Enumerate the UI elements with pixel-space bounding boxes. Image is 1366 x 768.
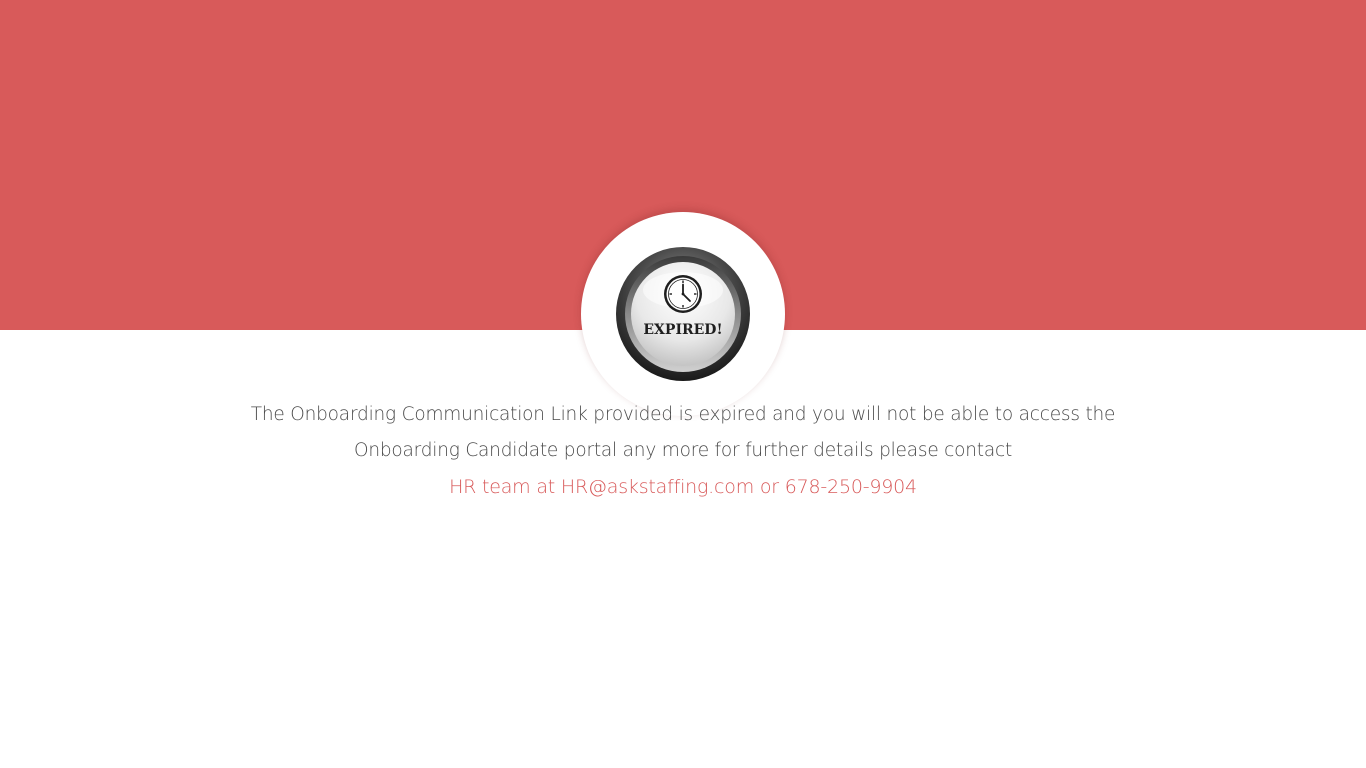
expiry-message: The Onboarding Communication Link provid… bbox=[183, 397, 1183, 505]
contact-prefix: HR team at bbox=[449, 476, 561, 498]
hr-phone-link[interactable]: 678-250-9904 bbox=[785, 476, 917, 498]
contact-separator: or bbox=[754, 476, 785, 498]
expired-button-icon: EXPIRED! bbox=[616, 247, 750, 381]
expired-badge-icon: EXPIRED! bbox=[615, 246, 751, 382]
expired-link-page: EXPIRED! The Onboarding Communication Li… bbox=[0, 0, 1366, 768]
expired-label: EXPIRED! bbox=[643, 322, 722, 338]
hr-email-link[interactable]: HR@askstaffing.com bbox=[561, 476, 754, 498]
message-line-2: Onboarding Candidate portal any more for… bbox=[353, 440, 1013, 461]
contact-line: HR team at HR@askstaffing.com or 678-250… bbox=[183, 469, 1183, 505]
message-line-1: The Onboarding Communication Link provid… bbox=[250, 404, 1116, 425]
clock-icon bbox=[664, 275, 702, 313]
